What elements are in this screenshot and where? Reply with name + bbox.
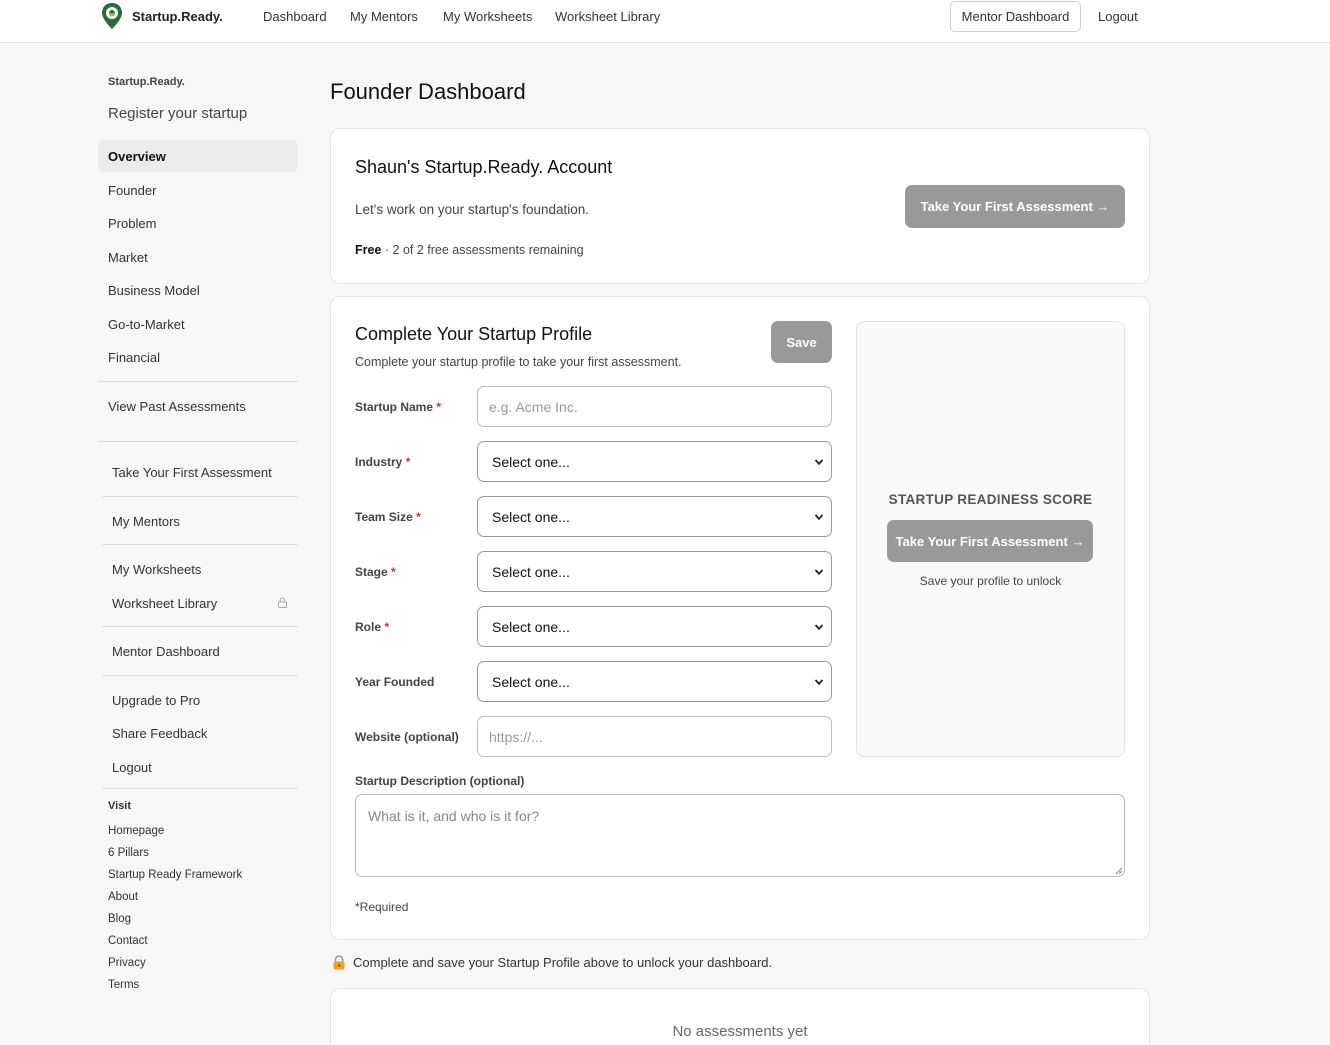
sidebar-item-problem[interactable]: Problem [108,216,156,231]
nav-dashboard[interactable]: Dashboard [263,9,327,24]
year-founded-label: Year Founded [355,675,435,689]
visit-heading: Visit [108,800,132,812]
year-founded-select[interactable]: Select one... [477,661,832,702]
logout-link[interactable]: Logout [1098,9,1138,24]
nav-worksheet-library[interactable]: Worksheet Library [555,9,660,24]
sidebar-item-business-model[interactable]: Business Model [108,283,200,298]
description-textarea[interactable]: What is it, and who is it for? [355,794,1125,877]
visit-link-homepage[interactable]: Homepage [108,825,164,837]
sidebar-divider [98,381,298,382]
mentor-dashboard-button[interactable]: Mentor Dashboard [950,1,1081,32]
chevron-down-icon [814,679,824,686]
lock-icon [333,955,345,970]
stage-label: Stage * [355,565,396,579]
sidebar-divider [102,675,298,676]
brand-logo[interactable]: Startup.Ready. [100,2,223,30]
visit-link-6-pillars[interactable]: 6 Pillars [108,847,149,859]
role-label: Role * [355,620,390,634]
sidebar-brand: Startup.Ready. [108,76,185,88]
plan-status: Free · 2 of 2 free assessments remaining [355,243,584,257]
sidebar-item-past-assessments[interactable]: View Past Assessments [108,399,246,414]
chevron-down-icon [814,459,824,466]
description-label: Startup Description (optional) [355,774,525,788]
team-size-label: Team Size * [355,510,421,524]
sidebar-item-share-feedback[interactable]: Share Feedback [112,726,207,741]
resize-handle-icon[interactable] [1114,866,1123,875]
sidebar-divider [102,544,298,545]
nav-my-mentors[interactable]: My Mentors [350,9,418,24]
unlock-message-text: Complete and save your Startup Profile a… [353,955,773,970]
sidebar-item-worksheet-library[interactable]: Worksheet Library [112,596,217,611]
plan-detail: · 2 of 2 free assessments remaining [381,243,584,257]
startup-name-input[interactable]: e.g. Acme Inc. [477,386,832,427]
top-navbar: Startup.Ready. Dashboard My Mentors My W… [0,0,1330,43]
visit-link-contact[interactable]: Contact [108,935,148,947]
industry-select[interactable]: Select one... [477,441,832,482]
sidebar-item-overview[interactable]: Overview [108,149,166,164]
chevron-down-icon [814,514,824,521]
brand-name: Startup.Ready. [132,8,223,24]
score-unlock-note: Save your profile to unlock [919,574,1062,588]
industry-label: Industry * [355,455,411,469]
nav-my-worksheets[interactable]: My Worksheets [443,9,532,24]
description-placeholder: What is it, and who is it for? [368,808,540,824]
sidebar-divider [102,626,298,627]
sidebar-item-my-worksheets[interactable]: My Worksheets [112,562,201,577]
sidebar-divider [98,441,298,442]
sidebar-divider [102,496,298,497]
chevron-down-icon [814,624,824,631]
account-subtitle: Let's work on your startup's foundation. [355,202,590,217]
sidebar-item-market[interactable]: Market [108,250,148,265]
sidebar-item-upgrade[interactable]: Upgrade to Pro [112,693,200,708]
sidebar-item-founder[interactable]: Founder [108,183,156,198]
sidebar-item-go-to-market[interactable]: Go-to-Market [108,317,185,332]
score-take-assessment-button[interactable]: Take Your First Assessment → [887,520,1093,562]
profile-title: Complete Your Startup Profile [355,324,593,344]
readiness-score-title: STARTUP READINESS SCORE [888,492,1093,507]
page-title: Founder Dashboard [330,79,526,104]
website-label: Website (optional) [355,730,459,744]
account-title: Shaun's Startup.Ready. Account [355,157,613,177]
take-first-assessment-button[interactable]: Take Your First Assessment → [905,185,1125,228]
team-size-select[interactable]: Select one... [477,496,832,537]
unlock-message: Complete and save your Startup Profile a… [332,955,772,970]
year-founded-select-value: Select one... [492,673,570,690]
startup-name-placeholder: e.g. Acme Inc. [489,398,578,415]
visit-link-blog[interactable]: Blog [108,913,131,925]
startup-name-label: Startup Name * [355,400,442,414]
sidebar-item-mentor-dashboard[interactable]: Mentor Dashboard [112,644,220,659]
register-startup-link[interactable]: Register your startup [108,105,247,122]
visit-link-privacy[interactable]: Privacy [108,957,146,969]
stage-select-value: Select one... [492,563,570,580]
stage-select[interactable]: Select one... [477,551,832,592]
sidebar-item-my-mentors[interactable]: My Mentors [112,514,180,529]
chevron-down-icon [814,569,824,576]
website-input[interactable]: https://... [477,716,832,757]
visit-link-framework[interactable]: Startup Ready Framework [108,869,242,881]
website-placeholder: https://... [489,728,543,745]
map-pin-logo-icon [102,3,122,29]
profile-subtitle: Complete your startup profile to take yo… [355,355,682,369]
role-select-value: Select one... [492,618,570,635]
sidebar-item-first-assessment[interactable]: Take Your First Assessment [112,465,272,480]
role-select[interactable]: Select one... [477,606,832,647]
no-assessments-text: No assessments yet [672,1023,808,1040]
sidebar-item-financial[interactable]: Financial [108,350,160,365]
lock-icon [278,597,287,608]
save-button[interactable]: Save [771,321,832,363]
sidebar-item-logout[interactable]: Logout [112,760,152,775]
visit-link-terms[interactable]: Terms [108,979,139,991]
plan-name: Free [355,243,382,257]
team-size-select-value: Select one... [492,508,570,525]
visit-link-about[interactable]: About [108,891,138,903]
industry-select-value: Select one... [492,453,570,470]
sidebar-divider [102,788,298,789]
required-note: *Required [355,900,409,914]
